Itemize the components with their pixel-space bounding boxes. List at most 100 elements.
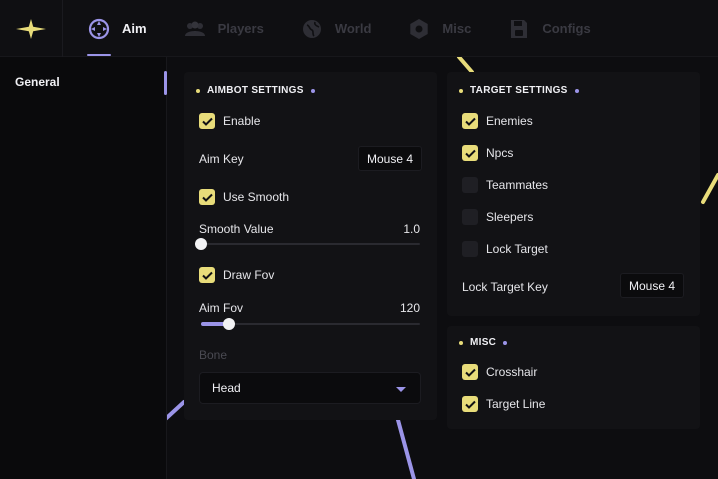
panel-title: AIMBOT SETTINGS [207,85,304,96]
gear-icon [407,17,431,41]
draw-fov-label: Draw Fov [223,268,275,282]
npcs-label: Npcs [486,146,514,160]
target-line-row: Target Line [462,396,545,412]
draw-fov-checkbox[interactable] [199,267,215,283]
tab-misc[interactable]: Misc [383,0,483,57]
panel-header: AIMBOT SETTINGS [196,85,315,96]
teammates-checkbox[interactable] [462,177,478,193]
sleepers-label: Sleepers [486,210,534,224]
main-tabs: Aim Players World Misc Configs [63,0,603,57]
header-dot [574,88,579,93]
enable-label: Enable [223,114,261,128]
bone-selected-value: Head [212,381,241,395]
check-icon [464,368,476,377]
header-dot [196,88,200,93]
header-dot [310,88,315,93]
misc-panel: MISC Crosshair Target Line [447,326,700,429]
panel-title: MISC [470,337,497,348]
use-smooth-checkbox[interactable] [199,189,215,205]
crosshair-icon [87,17,111,41]
npcs-row: Npcs [462,145,513,161]
bone-label: Bone [199,348,228,362]
tab-label: World [334,21,372,36]
draw-fov-row: Draw Fov [199,267,274,283]
tab-label: Players [217,21,264,36]
sparkle-icon [16,18,46,39]
crosshair-checkbox[interactable] [462,364,478,380]
enemies-checkbox[interactable] [462,113,478,129]
use-smooth-row: Use Smooth [199,189,289,205]
chevron-down-icon [396,387,406,392]
tab-world[interactable]: World [276,0,384,57]
use-smooth-label: Use Smooth [223,190,290,204]
npcs-checkbox[interactable] [462,145,478,161]
tab-label: Misc [442,21,472,36]
logo [0,0,63,57]
aim-key-label: Aim Key [199,152,244,166]
check-icon [464,149,476,158]
sidebar: General [0,57,167,479]
decor-line-yellow-top [457,55,474,74]
top-navigation-bar: Aim Players World Misc Configs [0,0,718,57]
slider-track [201,243,420,245]
crosshair-label: Crosshair [486,365,538,379]
aim-fov-label: Aim Fov [199,301,244,315]
decor-line-yellow-right [701,173,718,204]
users-icon [183,17,207,41]
sleepers-checkbox[interactable] [462,209,478,225]
save-icon [507,17,531,41]
panel-header: MISC [459,337,508,348]
lock-target-key-label: Lock Target Key [462,280,548,294]
bone-select[interactable]: Head [199,372,421,404]
aim-key-row: Aim Key [199,152,244,166]
smooth-value-label: Smooth Value [199,222,274,236]
teammates-row: Teammates [462,177,548,193]
enable-checkbox[interactable] [199,113,215,129]
lock-target-label: Lock Target [486,242,548,256]
aim-fov-readout: 120 [399,301,420,315]
check-icon [201,271,213,280]
sidebar-item-label: General [15,75,60,89]
smooth-value-slider[interactable] [195,238,420,250]
smooth-value-row: Smooth Value [199,222,274,236]
active-indicator [164,71,167,95]
enable-row: Enable [199,113,260,129]
globe-icon [300,17,324,41]
header-dot [503,340,508,345]
lock-target-row: Lock Target [462,241,548,257]
tab-aim[interactable]: Aim [63,0,159,57]
tab-label: Aim [122,21,147,36]
sidebar-item-general[interactable]: General [0,71,167,95]
aim-fov-row: Aim Fov [199,301,243,315]
aim-fov-slider[interactable] [201,318,420,330]
check-icon [201,117,213,126]
smooth-value-readout: 1.0 [403,222,420,236]
enemies-row: Enemies [462,113,533,129]
enemies-label: Enemies [486,114,533,128]
check-icon [464,400,476,409]
lock-target-checkbox[interactable] [462,241,478,257]
aim-key-button[interactable]: Mouse 4 [358,146,423,171]
tab-players[interactable]: Players [159,0,276,57]
target-line-checkbox[interactable] [462,396,478,412]
target-line-label: Target Line [486,397,546,411]
lock-target-key-button[interactable]: Mouse 4 [620,273,685,298]
aimbot-settings-panel: AIMBOT SETTINGS Enable Aim Key Mouse 4 U… [184,72,437,420]
decor-line-purple-center [396,418,416,479]
tab-label: Configs [542,21,591,36]
app-window: Aim Players World Misc Configs General A… [0,0,718,479]
slider-knob[interactable] [195,238,207,250]
bone-row: Bone [199,348,227,362]
panel-title: TARGET SETTINGS [470,85,568,96]
target-settings-panel: TARGET SETTINGS Enemies Npcs Teammates S… [447,72,700,316]
check-icon [464,117,476,126]
slider-knob[interactable] [223,318,236,330]
header-dot [459,88,463,93]
tab-configs[interactable]: Configs [483,0,602,57]
lock-target-key-row: Lock Target Key [462,280,548,294]
crosshair-row: Crosshair [462,364,537,380]
sleepers-row: Sleepers [462,209,533,225]
teammates-label: Teammates [486,178,549,192]
panel-header: TARGET SETTINGS [459,85,579,96]
check-icon [201,193,213,202]
